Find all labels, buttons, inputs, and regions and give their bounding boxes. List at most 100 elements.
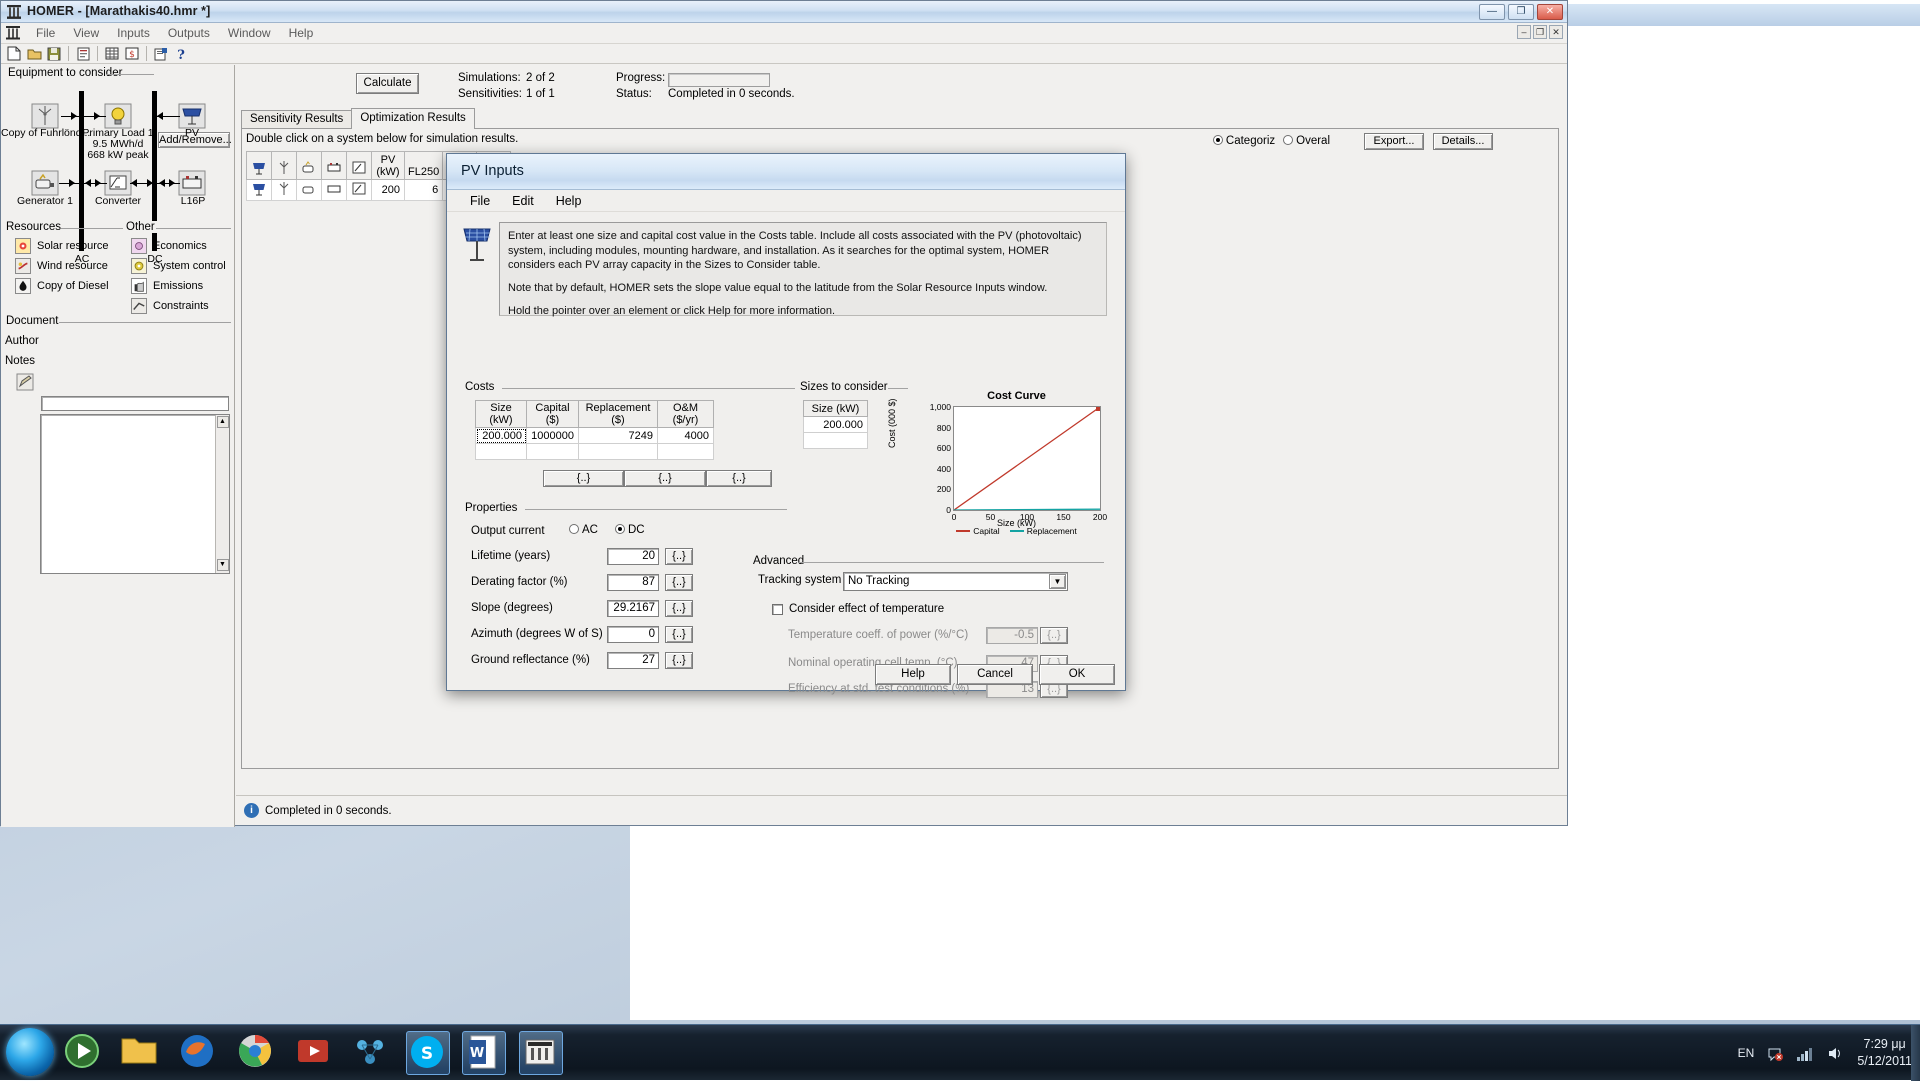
temp-coeff-input[interactable]: -0.5 <box>986 627 1038 644</box>
taskbar-chrome[interactable] <box>235 1031 279 1075</box>
costs-curly-button-1[interactable]: {..} <box>543 470 624 487</box>
export-button[interactable]: Export... <box>1364 133 1424 150</box>
sizes-col-size[interactable]: Size (kW) <box>804 401 868 417</box>
col-icon-generator[interactable] <box>297 152 322 180</box>
lifetime-curly-button[interactable]: {..} <box>665 548 693 565</box>
costs-curly-button-2[interactable]: {..} <box>624 470 706 487</box>
costs-cell-om[interactable] <box>658 444 714 460</box>
menu-item-file[interactable]: File <box>27 24 64 42</box>
costs-row[interactable] <box>476 444 714 460</box>
taskbar-video[interactable] <box>293 1031 337 1075</box>
details-button[interactable]: Details... <box>1433 133 1493 150</box>
other-item-emissions[interactable]: Emissions <box>131 276 235 296</box>
converter-icon[interactable] <box>104 170 132 196</box>
scroll-down-arrow[interactable]: ▼ <box>217 559 229 571</box>
lifetime-input[interactable]: 20 <box>607 548 659 565</box>
pv-panel-icon[interactable] <box>178 103 206 129</box>
tab-optimization-results[interactable]: Optimization Results <box>351 108 474 129</box>
ground-reflectance-curly-button[interactable]: {..} <box>665 652 693 669</box>
menu-item-help[interactable]: Help <box>280 24 323 42</box>
azimuth-curly-button[interactable]: {..} <box>665 626 693 643</box>
col-icon-pv[interactable] <box>247 152 272 180</box>
costs-row[interactable]: 200.000 1000000 7249 4000 <box>476 428 714 444</box>
costs-cell-replacement[interactable]: 7249 <box>579 428 658 444</box>
sizes-table[interactable]: Size (kW) 200.000 <box>803 400 868 449</box>
network-icon[interactable] <box>1795 1045 1814 1062</box>
sizes-row[interactable]: 200.000 <box>804 417 868 433</box>
tab-sensitivity-results[interactable]: Sensitivity Results <box>241 110 352 129</box>
taskbar-skype[interactable]: S <box>406 1031 450 1075</box>
battery-icon[interactable] <box>178 170 206 196</box>
author-input[interactable] <box>41 396 229 411</box>
slope-input[interactable]: 29.2167 <box>607 600 659 617</box>
radio-categorized[interactable]: Categoriz <box>1213 135 1275 147</box>
clock[interactable]: 7:29 μμ 5/12/2011 <box>1857 1036 1912 1070</box>
costs-cell-size[interactable]: 200.000 <box>476 428 527 444</box>
radio-overall[interactable]: Overal <box>1283 135 1330 147</box>
report-icon[interactable] <box>74 45 92 62</box>
col-pv[interactable]: PV (kW) <box>372 152 405 180</box>
resource-item-solar[interactable]: Solar resource <box>15 236 125 256</box>
azimuth-input[interactable]: 0 <box>607 626 659 643</box>
calculate-button[interactable]: Calculate <box>356 73 419 94</box>
consider-temperature-checkbox[interactable] <box>772 604 783 615</box>
menu-item-outputs[interactable]: Outputs <box>159 24 219 42</box>
notes-scrollbar[interactable]: ▲ ▼ <box>215 415 229 573</box>
costs-curly-button-3[interactable]: {..} <box>706 470 772 487</box>
costs-cell-om[interactable]: 4000 <box>658 428 714 444</box>
close-button[interactable]: ✕ <box>1537 4 1563 20</box>
new-file-icon[interactable] <box>5 45 23 62</box>
wind-turbine-icon[interactable] <box>31 103 59 129</box>
sizes-cell[interactable]: 200.000 <box>804 417 868 433</box>
taskbar-network[interactable] <box>350 1031 394 1075</box>
mdi-minimize-button[interactable]: – <box>1517 25 1531 39</box>
derating-input[interactable]: 87 <box>607 574 659 591</box>
ok-button[interactable]: OK <box>1039 664 1115 685</box>
sizes-row[interactable] <box>804 433 868 449</box>
temp-coeff-curly-button[interactable]: {..} <box>1040 627 1068 644</box>
ground-reflectance-input[interactable]: 27 <box>607 652 659 669</box>
help-button[interactable]: Help <box>875 664 951 685</box>
costs-col-capital[interactable]: Capital ($) <box>527 401 579 428</box>
output-current-radio-dc[interactable]: DC <box>615 524 645 536</box>
col-icon-battery[interactable] <box>322 152 347 180</box>
notes-textarea[interactable]: ▲ ▼ <box>40 414 230 574</box>
costs-cell-capital[interactable] <box>527 444 579 460</box>
col-icon-wind[interactable] <box>272 152 297 180</box>
other-item-system-control[interactable]: System control <box>131 256 235 276</box>
costs-col-om[interactable]: O&M ($/yr) <box>658 401 714 428</box>
tracking-system-select[interactable]: No Tracking ▼ <box>843 572 1068 591</box>
notes-edit-icon[interactable] <box>16 373 34 391</box>
sizes-cell[interactable] <box>804 433 868 449</box>
menu-item-view[interactable]: View <box>64 24 108 42</box>
menu-item-inputs[interactable]: Inputs <box>108 24 159 42</box>
chevron-down-icon[interactable]: ▼ <box>1049 574 1066 589</box>
show-desktop-button[interactable] <box>1911 1025 1920 1081</box>
costs-col-replacement[interactable]: Replacement ($) <box>579 401 658 428</box>
taskbar-word[interactable]: W <box>462 1031 506 1075</box>
col-icon-converter[interactable] <box>347 152 372 180</box>
taskbar-homer[interactable] <box>519 1031 563 1075</box>
costs-cell-replacement[interactable] <box>579 444 658 460</box>
resource-item-diesel[interactable]: Copy of Diesel <box>15 276 125 296</box>
table-icon[interactable] <box>103 45 121 62</box>
save-disk-icon[interactable] <box>45 45 63 62</box>
costs-cell-size[interactable] <box>476 444 527 460</box>
properties-icon[interactable] <box>152 45 170 62</box>
costs-col-size[interactable]: Size (kW) <box>476 401 527 428</box>
help-question-icon[interactable]: ? <box>172 45 190 62</box>
derating-curly-button[interactable]: {..} <box>665 574 693 591</box>
tray-language[interactable]: EN <box>1738 1046 1755 1060</box>
cancel-button[interactable]: Cancel <box>957 664 1033 685</box>
minimize-button[interactable]: — <box>1479 4 1505 20</box>
maximize-button[interactable]: ❐ <box>1508 4 1534 20</box>
mdi-close-button[interactable]: ✕ <box>1549 25 1563 39</box>
load-bulb-icon[interactable] <box>104 103 132 129</box>
costs-cell-capital[interactable]: 1000000 <box>527 428 579 444</box>
taskbar-firefox[interactable] <box>177 1031 221 1075</box>
dialog-menu-file[interactable]: File <box>459 193 501 209</box>
other-item-constraints[interactable]: Constraints <box>131 296 235 316</box>
scroll-up-arrow[interactable]: ▲ <box>217 416 229 428</box>
output-current-radio-ac[interactable]: AC <box>569 524 598 536</box>
menu-item-window[interactable]: Window <box>219 24 280 42</box>
